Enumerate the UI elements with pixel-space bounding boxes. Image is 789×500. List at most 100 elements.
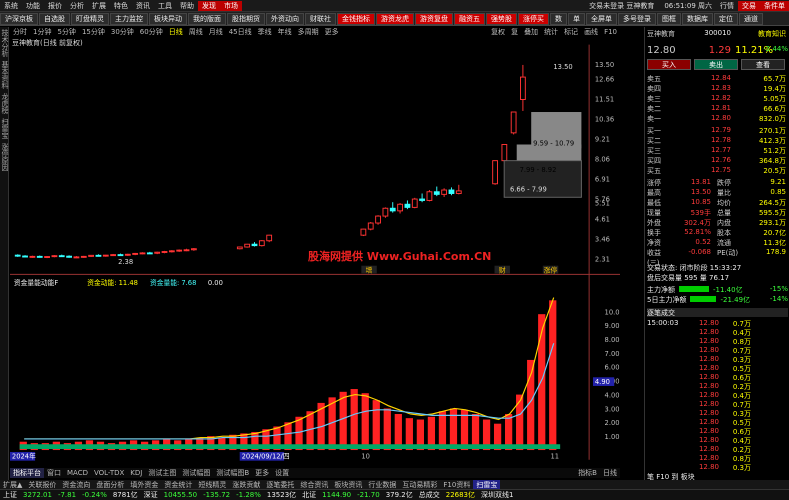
tab-period[interactable]: 周线 — [186, 27, 206, 37]
toolbar-button[interactable]: 板块异动 — [149, 12, 187, 25]
toolbar-button[interactable]: 主力监控 — [110, 12, 148, 25]
menu-item[interactable]: 分析 — [66, 1, 88, 11]
indicator-tab[interactable]: 测试幅图B — [213, 468, 252, 478]
menu-item[interactable]: 特色 — [110, 1, 132, 11]
indicator-tab[interactable]: 更多 — [252, 468, 272, 478]
trade-button-2[interactable]: 查看 — [741, 59, 785, 70]
tab-period[interactable]: 30分钟 — [108, 27, 137, 37]
menu-item[interactable]: 报价 — [44, 1, 66, 11]
bottom-tab[interactable]: 行业数据 — [365, 480, 399, 490]
menu-item[interactable]: 系统 — [0, 1, 22, 11]
indicator-tab-right[interactable]: 指标B — [575, 468, 600, 478]
tab-period[interactable]: 15分钟 — [79, 27, 108, 37]
indicator-tab[interactable]: 测试幅图 — [179, 468, 213, 478]
tab-tool[interactable]: 复 — [508, 27, 521, 37]
toolbar-button[interactable]: 涨停买 — [518, 12, 549, 25]
toolbar-button[interactable]: 盯盘精灵 — [71, 12, 109, 25]
toolbar-button[interactable]: 游资龙虎 — [376, 12, 414, 25]
menu-item-highlight[interactable]: 发现 — [198, 0, 220, 11]
tab-tool[interactable]: 叠加 — [521, 27, 541, 37]
bottom-tab[interactable]: 资金统计 — [161, 480, 195, 490]
bottom-tab[interactable]: 关联报价 — [25, 480, 59, 490]
tab-period[interactable]: 更多 — [322, 27, 342, 37]
toolbar-button[interactable]: 金钱指标 — [337, 12, 375, 25]
trade-button-0[interactable]: 买入 — [647, 59, 691, 70]
menu-item[interactable]: 扩展 — [88, 1, 110, 11]
bottom-tab[interactable]: 填外资金 — [127, 480, 161, 490]
stat-label: 净资 — [647, 239, 661, 247]
toolbar-button[interactable]: 股指期货 — [227, 12, 265, 25]
indicator-tab[interactable]: 设置 — [272, 468, 292, 478]
tab-period[interactable]: 月线 — [206, 27, 226, 37]
trade-row: 12.80 0.5万 — [647, 418, 788, 427]
bottom-tab[interactable]: F10资料 — [440, 480, 473, 490]
indicator-tab[interactable]: VOL-TDX — [91, 469, 127, 477]
bottom-tab[interactable]: 涨跌贡献 — [229, 480, 263, 490]
menu-right-button[interactable]: 条件单 — [760, 0, 789, 11]
toolbar-button[interactable]: 自选股 — [39, 12, 70, 25]
toolbar-button[interactable]: 图框 — [657, 12, 681, 25]
toolbar-button[interactable]: 定位 — [714, 12, 738, 25]
tab-tool[interactable]: 统计 — [541, 27, 561, 37]
menu-right-button[interactable]: 行情 — [716, 1, 738, 11]
toolbar-button[interactable]: 我的版面 — [188, 12, 226, 25]
indicator-tab[interactable]: MACD — [64, 469, 91, 477]
bottom-tab[interactable]: 互动易精彩 — [399, 480, 440, 490]
trade-price: 12.80 — [698, 328, 719, 336]
tab-period[interactable]: 多周期 — [295, 27, 322, 37]
toolbar-button[interactable]: 游资复盘 — [415, 12, 453, 25]
tab-tool[interactable]: 画线 — [581, 27, 601, 37]
tab-period[interactable]: 45日线 — [226, 27, 255, 37]
sidebar-item-scan[interactable]: 扫雷宝 — [0, 116, 10, 141]
toolbar-button[interactable]: 数 — [550, 12, 567, 25]
menu-item-highlight[interactable]: 市场 — [220, 0, 242, 11]
trade-price: 12.80 — [698, 373, 719, 381]
bottom-tab[interactable]: 盘面分析 — [93, 480, 127, 490]
tab-tool[interactable]: 标记 — [561, 27, 581, 37]
bottom-tab-right[interactable]: 扫雷宝 — [473, 479, 501, 490]
tab-period[interactable]: 5分钟 — [54, 27, 78, 37]
toolbar-button[interactable]: 多号登录 — [618, 12, 656, 25]
bottom-tab[interactable]: 逐笔委托 — [263, 480, 297, 490]
indicator-tab[interactable]: 窗口 — [44, 468, 64, 478]
toolbar-button[interactable]: 全屏单 — [586, 12, 617, 25]
menu-item[interactable]: 功能 — [22, 1, 44, 11]
indicator-tab[interactable]: 指标平台 — [10, 468, 44, 478]
tab-period[interactable]: 1分钟 — [30, 27, 54, 37]
toolbar-button[interactable]: 外资动向 — [266, 12, 304, 25]
sidebar-item-dragon[interactable]: 龙虎榜 — [0, 91, 10, 116]
tab-tool[interactable]: 复权 — [488, 27, 508, 37]
toolbar-button[interactable]: 强势股 — [486, 12, 517, 25]
indicator-tab[interactable]: KDJ — [127, 469, 145, 477]
tab-tool[interactable]: F10 — [601, 28, 620, 36]
sidebar-item-analysis[interactable]: 技术分析 — [0, 27, 10, 59]
status-link[interactable]: 深圳双线1 — [478, 490, 516, 500]
tab-period[interactable]: 分时 — [10, 27, 30, 37]
menu-right-button[interactable]: 交易 — [738, 0, 760, 11]
candle-body — [161, 251, 168, 253]
indicator-tab-right[interactable]: 日线 — [600, 468, 620, 478]
menu-item[interactable]: 资讯 — [132, 1, 154, 11]
trade-button-1[interactable]: 卖出 — [694, 59, 738, 70]
toolbar-button[interactable]: 财联社 — [305, 12, 336, 25]
bottom-tab[interactable]: 综合资讯 — [297, 480, 331, 490]
menu-item[interactable]: 帮助 — [176, 1, 198, 11]
menu-item[interactable]: 工具 — [154, 1, 176, 11]
tab-period[interactable]: 季线 — [255, 27, 275, 37]
indicator-tab[interactable]: 测试主图 — [145, 468, 179, 478]
sidebar-item-f10[interactable]: 基本资料 — [0, 59, 10, 91]
toolbar-button[interactable]: 融资五 — [454, 12, 485, 25]
tab-period[interactable]: 日线 — [166, 27, 186, 37]
tab-period[interactable]: 年线 — [275, 27, 295, 37]
trade-time — [647, 445, 683, 454]
toolbar-button[interactable]: 通道 — [739, 12, 763, 25]
toolbar-button[interactable]: 沪深京板 — [0, 12, 38, 25]
bottom-tab[interactable]: 板块资讯 — [331, 480, 365, 490]
bottom-tab[interactable]: 扩展▲ — [0, 480, 25, 490]
toolbar-button[interactable]: 单 — [568, 12, 585, 25]
bottom-tab[interactable]: 短线精灵 — [195, 480, 229, 490]
sidebar-item-limit[interactable]: 涨停原因 — [0, 141, 10, 173]
tab-period[interactable]: 60分钟 — [137, 27, 166, 37]
toolbar-button[interactable]: 数据库 — [682, 12, 713, 25]
bottom-tab[interactable]: 资金流向 — [59, 480, 93, 490]
